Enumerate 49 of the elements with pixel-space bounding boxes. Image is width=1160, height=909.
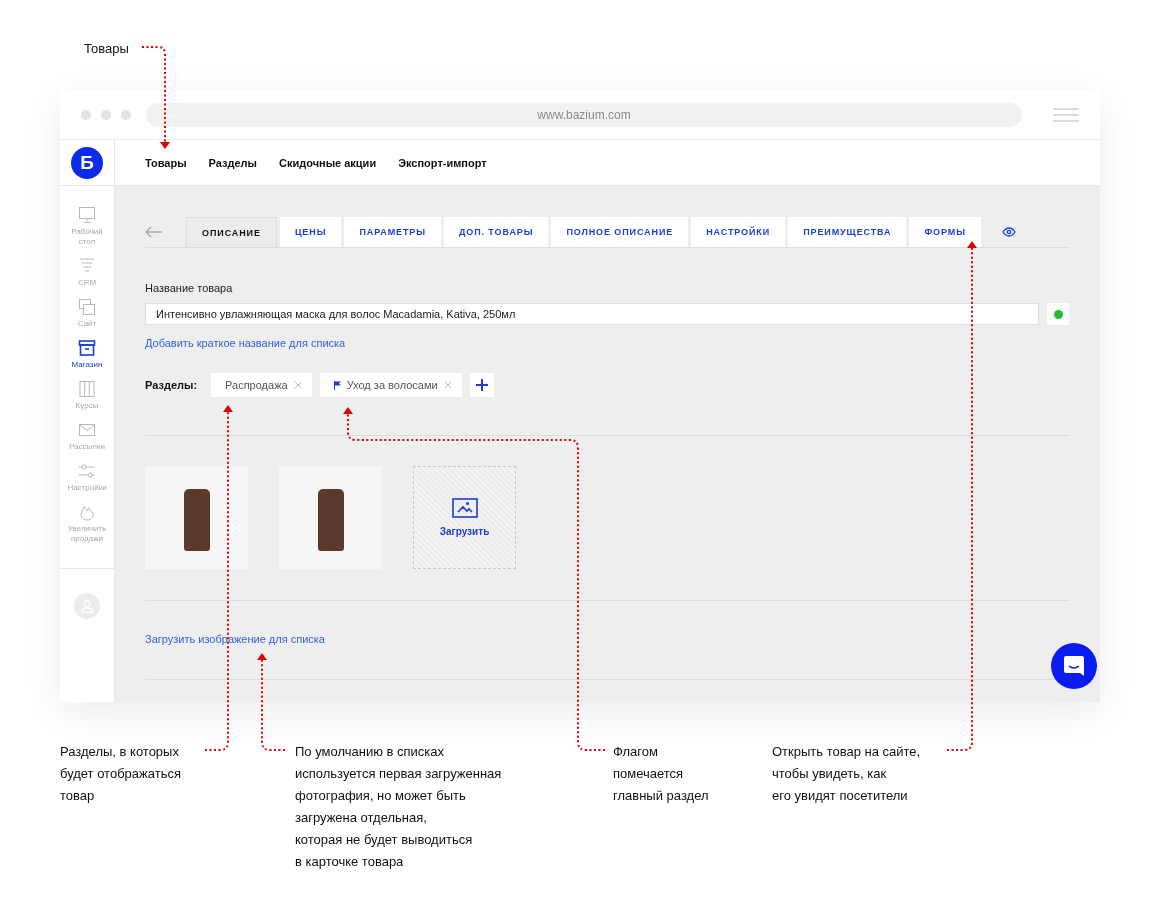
annotation-text: Разделы, в которых будет отображаться товар: [60, 743, 182, 805]
tag-label: Уход за волосами: [346, 379, 438, 391]
window-dot: [81, 109, 91, 120]
add-section-button[interactable]: [469, 373, 494, 397]
tag-label: Распродажа: [225, 379, 288, 391]
back-arrow-icon[interactable]: [145, 226, 162, 238]
status-indicator[interactable]: [1047, 303, 1069, 325]
sliders-icon: [78, 462, 96, 480]
sidebar-item[interactable]: Магазин: [60, 339, 114, 370]
annotation-text: По умолчанию в списках используется первая загруженная фотография, но может быть загружена отдельная, которая не будет выводиться в карточке товара: [295, 743, 503, 871]
list-image-link[interactable]: Загрузить изображение для списка: [145, 633, 325, 645]
flame-icon: [78, 503, 96, 521]
nav-link[interactable]: Скидочные акции: [279, 156, 377, 169]
annotation-text: Товары: [84, 41, 129, 57]
eye-icon[interactable]: [1001, 227, 1016, 237]
tab[interactable]: ПРЕИМУЩЕСТВА: [788, 217, 907, 247]
books-icon: [78, 380, 96, 398]
chat-icon: [1063, 655, 1085, 677]
short-name-link[interactable]: Добавить краткое название для списка: [145, 337, 346, 349]
tab[interactable]: ПАРАМЕТРЫ: [344, 217, 441, 247]
flag-icon: [333, 380, 341, 390]
annotation-text: Открыть товар на сайте, чтобы увидеть, как его увидят посетители: [772, 743, 922, 805]
tab[interactable]: ПОЛНОЕ ОПИСАНИЕ: [551, 217, 689, 247]
nav-link[interactable]: Экспорт-импорт: [398, 156, 487, 169]
tab[interactable]: ОПИСАНИЕ: [186, 217, 277, 247]
image-icon: [451, 498, 478, 518]
sections-label: Разделы:: [145, 379, 198, 391]
tab[interactable]: ДОП. ТОВАРЫ: [444, 217, 549, 247]
close-icon[interactable]: [443, 381, 452, 389]
drawer-icon: [78, 339, 96, 357]
close-icon[interactable]: [293, 381, 302, 389]
window-dot: [101, 109, 111, 120]
window-dot: [121, 109, 131, 120]
tab[interactable]: ЦЕНЫ: [279, 217, 342, 247]
upload-button[interactable]: Загрузить: [413, 466, 516, 569]
tab[interactable]: ФОРМЫ: [909, 217, 981, 247]
windows-icon: [78, 298, 96, 316]
logo[interactable]: Б: [71, 146, 103, 179]
field-label: Название товара: [145, 282, 234, 294]
nav-link[interactable]: Разделы: [208, 156, 257, 169]
product-name-field[interactable]: Интенсивно увлажняющая маска для волос Macadamia, Kativa, 250мл: [145, 303, 1039, 325]
menu-icon[interactable]: [1053, 107, 1079, 122]
annotation-text: Флагом помечается главный раздел: [613, 743, 710, 805]
tab[interactable]: НАСТРОЙКИ: [691, 217, 786, 247]
envelope-icon: [78, 421, 96, 439]
nav-link[interactable]: Товары: [145, 156, 187, 169]
funnel-icon: [78, 257, 96, 275]
monitor-icon: [78, 206, 96, 224]
plus-icon: [475, 379, 488, 391]
